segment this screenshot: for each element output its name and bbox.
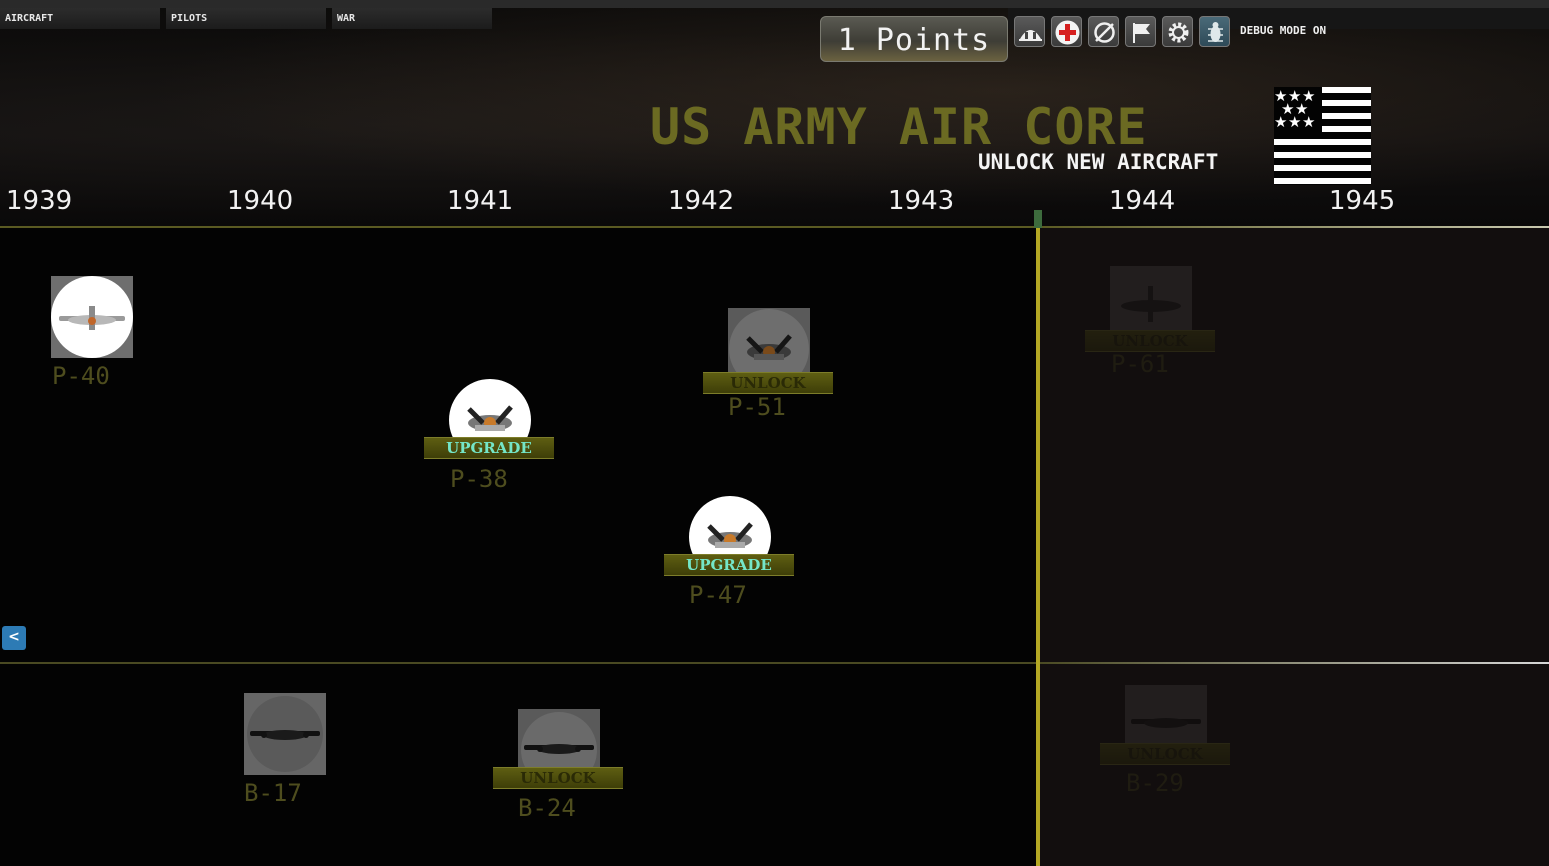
year-1940: 1940 bbox=[227, 186, 294, 216]
p61-unlock-button: UNLOCK bbox=[1085, 330, 1215, 352]
debug-mode-label: DEBUG MODE ON bbox=[1240, 24, 1327, 37]
p47-upgrade-button[interactable]: UPGRADE bbox=[664, 554, 794, 576]
b29-name: B-29 bbox=[1126, 769, 1184, 797]
p40-name: P-40 bbox=[52, 362, 110, 390]
year-1945: 1945 bbox=[1329, 186, 1396, 216]
top-strip bbox=[0, 0, 1549, 8]
year-1944: 1944 bbox=[1109, 186, 1176, 216]
b24-unlock-button[interactable]: UNLOCK bbox=[493, 767, 623, 789]
p51-unlock-button[interactable]: UNLOCK bbox=[703, 372, 833, 394]
svg-text:★: ★ bbox=[1274, 113, 1287, 131]
p51-name: P-51 bbox=[728, 393, 786, 421]
b17-name: B-17 bbox=[244, 779, 302, 807]
settings-gear-icon[interactable] bbox=[1162, 16, 1193, 47]
p61-thumbnail bbox=[1110, 266, 1192, 330]
tab-war[interactable]: WAR bbox=[332, 8, 492, 29]
current-date-marker-handle[interactable] bbox=[1034, 210, 1042, 228]
p51-thumbnail[interactable] bbox=[728, 308, 810, 372]
unlock-subtitle: UNLOCK NEW AIRCRAFT bbox=[978, 150, 1219, 174]
p47-thumbnail[interactable] bbox=[689, 496, 771, 554]
scroll-left-button[interactable]: < bbox=[2, 626, 26, 650]
medical-cross-icon[interactable] bbox=[1051, 16, 1082, 47]
year-1939: 1939 bbox=[6, 186, 73, 216]
p38-upgrade-button[interactable]: UPGRADE bbox=[424, 437, 554, 459]
disabled-icon[interactable] bbox=[1088, 16, 1119, 47]
p40-thumbnail[interactable] bbox=[51, 276, 133, 358]
timeline-divider-top bbox=[0, 226, 1549, 228]
points-counter: 1 Points bbox=[820, 16, 1008, 62]
year-1943: 1943 bbox=[888, 186, 955, 216]
flag-icon[interactable] bbox=[1125, 16, 1156, 47]
svg-text:★: ★ bbox=[1288, 113, 1301, 131]
year-1941: 1941 bbox=[447, 186, 514, 216]
current-date-marker bbox=[1036, 212, 1040, 866]
tab-pilots[interactable]: PILOTS bbox=[166, 8, 326, 29]
p38-thumbnail[interactable] bbox=[449, 379, 531, 437]
p61-name: P-61 bbox=[1111, 350, 1169, 378]
b17-thumbnail[interactable] bbox=[244, 693, 326, 775]
us-flag-icon: ★ ★ ★ ★ ★ ★ ★ ★ bbox=[1274, 87, 1371, 185]
year-1942: 1942 bbox=[668, 186, 735, 216]
b29-thumbnail bbox=[1125, 685, 1207, 743]
hangar-icon[interactable] bbox=[1014, 16, 1045, 47]
tab-aircraft[interactable]: AIRCRAFT bbox=[0, 8, 160, 29]
b24-thumbnail[interactable] bbox=[518, 709, 600, 767]
bug-icon[interactable] bbox=[1199, 16, 1230, 47]
svg-text:★: ★ bbox=[1302, 113, 1315, 131]
b29-unlock-button: UNLOCK bbox=[1100, 743, 1230, 765]
faction-title: US ARMY AIR CORE bbox=[650, 98, 1148, 156]
b24-name: B-24 bbox=[518, 794, 576, 822]
p38-name: P-38 bbox=[450, 465, 508, 493]
timeline-divider-middle bbox=[0, 662, 1549, 664]
p47-name: P-47 bbox=[689, 581, 747, 609]
